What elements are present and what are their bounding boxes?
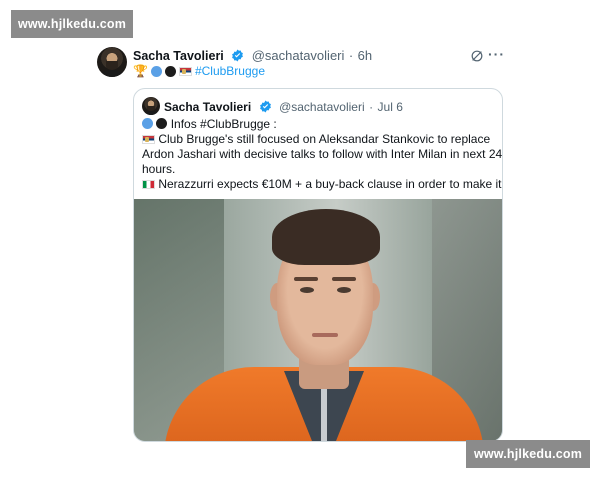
time-separator: · xyxy=(348,48,354,63)
watermark-top: www.hjlkedu.com xyxy=(11,10,133,38)
quote-author-handle: @sachatavolieri xyxy=(279,100,365,114)
quote-header: Sacha Tavolieri @sachatavolieri · Jul 6 xyxy=(164,98,403,116)
hashtag-link[interactable]: #ClubBrugge xyxy=(195,64,265,78)
quote-line-text: Nerazzurri expects €10M + a buy-back cla… xyxy=(158,177,503,191)
tweet-body: 🏆 #ClubBrugge xyxy=(133,64,265,78)
quote-line: hours. xyxy=(142,162,176,176)
quote-line: Infos #ClubBrugge : xyxy=(142,117,494,132)
quote-line: Nerazzurri expects €10M + a buy-back cla… xyxy=(142,177,502,192)
tweet-time[interactable]: 6h xyxy=(358,48,372,63)
quote-line-text: Club Brugge's still focused on Aleksanda… xyxy=(158,132,491,146)
grok-icon[interactable] xyxy=(470,49,484,63)
quote-author-avatar xyxy=(142,97,160,115)
quote-line-text: Infos #ClubBrugge : xyxy=(170,117,277,131)
quote-author-name: Sacha Tavolieri xyxy=(164,100,252,114)
serbia-flag-icon xyxy=(178,66,192,76)
black-circle-icon xyxy=(156,118,168,129)
black-circle-icon xyxy=(164,65,176,77)
quote-verified-badge-icon xyxy=(259,100,271,113)
player-photo[interactable] xyxy=(134,199,502,441)
italy-flag-icon xyxy=(142,180,155,189)
quote-line: Club Brugge's still focused on Aleksanda… xyxy=(142,132,494,147)
blue-circle-icon xyxy=(150,65,162,77)
author-avatar[interactable] xyxy=(97,47,127,77)
more-options-icon[interactable]: ··· xyxy=(488,46,505,62)
blue-circle-icon xyxy=(142,118,153,129)
author-handle[interactable]: @sachatavolieri xyxy=(252,48,345,63)
verified-badge-icon xyxy=(232,49,244,62)
quote-text: Infos #ClubBrugge : Club Brugge's still … xyxy=(142,117,503,192)
quote-time-separator: · xyxy=(369,100,374,114)
trophy-icon: 🏆 xyxy=(133,64,148,78)
watermark-bottom: www.hjlkedu.com xyxy=(466,440,590,468)
quote-line: Ardon Jashari with decisive talks to fol… xyxy=(142,147,503,161)
quoted-tweet-card[interactable]: Sacha Tavolieri @sachatavolieri · Jul 6 … xyxy=(133,88,503,442)
tweet-header: Sacha Tavolieri @sachatavolieri · 6h xyxy=(133,47,372,65)
author-name[interactable]: Sacha Tavolieri xyxy=(133,49,224,63)
serbia-flag-icon xyxy=(142,135,155,144)
quote-time: Jul 6 xyxy=(377,100,403,114)
